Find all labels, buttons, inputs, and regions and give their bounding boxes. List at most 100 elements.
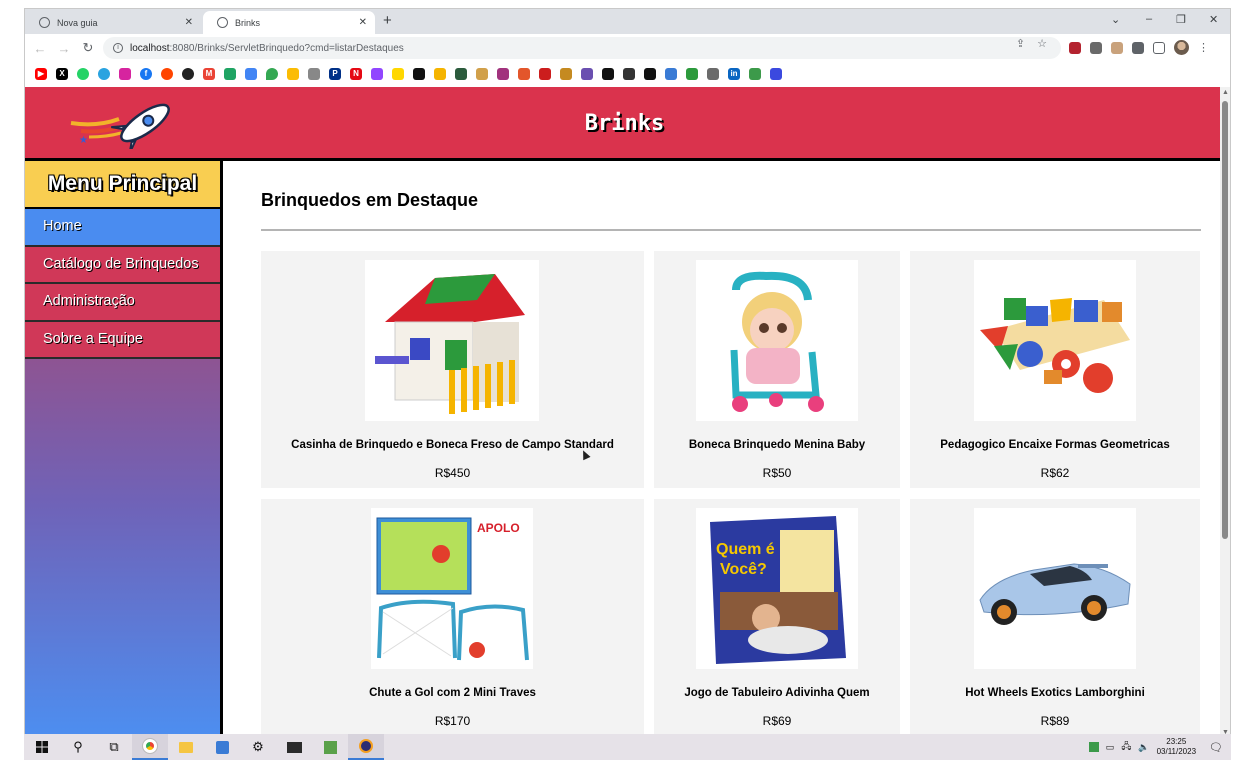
bookmark-icon[interactable] [749, 68, 761, 80]
bookmark-star-icon[interactable]: ☆ [1037, 37, 1047, 50]
x-icon[interactable]: X [56, 68, 68, 80]
restore-button[interactable]: ❐ [1176, 13, 1186, 26]
product-image[interactable]: APOLO [371, 508, 533, 669]
scroll-up-icon[interactable]: ▲ [1222, 89, 1229, 96]
extension-icon[interactable] [1111, 41, 1123, 54]
scrollbar-thumb[interactable] [1222, 101, 1228, 539]
network-icon[interactable]: 🖧 [1121, 739, 1131, 755]
product-card[interactable]: Hot Wheels Exotics Lamborghini R$89 [910, 499, 1200, 734]
instagram-icon[interactable] [119, 68, 131, 80]
product-image[interactable] [974, 260, 1136, 421]
bookmark-icon[interactable] [770, 68, 782, 80]
bookmark-icon[interactable] [665, 68, 677, 80]
back-icon[interactable]: ← [28, 41, 52, 56]
product-image[interactable]: Quem é Você? [696, 508, 858, 669]
task-view-icon[interactable]: ⧉ [96, 734, 132, 760]
close-window-button[interactable]: ✕ [1209, 13, 1218, 26]
paypal-icon[interactable]: P [329, 68, 341, 80]
menu-item-admin[interactable]: Administração [25, 284, 220, 322]
eclipse-icon[interactable] [348, 734, 384, 760]
twitch-icon[interactable] [371, 68, 383, 80]
close-icon[interactable]: ✕ [185, 17, 193, 28]
bookmark-icon[interactable] [497, 68, 509, 80]
app-icon[interactable] [312, 734, 348, 760]
file-explorer-icon[interactable] [168, 734, 204, 760]
bookmark-icon[interactable] [518, 68, 530, 80]
gmail-icon[interactable]: M [203, 68, 215, 80]
github-icon[interactable] [182, 68, 194, 80]
bookmark-icon[interactable] [413, 68, 425, 80]
volume-icon[interactable]: 🔈 [1138, 742, 1149, 753]
settings-gear-icon[interactable]: ⚙ [240, 734, 276, 760]
whatsapp-icon[interactable] [77, 68, 89, 80]
bookmark-icon[interactable] [686, 68, 698, 80]
photos-icon[interactable] [245, 68, 257, 80]
product-card[interactable]: Pedagogico Encaixe Formas Geometricas R$… [910, 251, 1200, 488]
profile-avatar[interactable] [1174, 40, 1189, 55]
product-price: R$450 [434, 466, 471, 480]
ublock-icon[interactable] [1069, 41, 1081, 54]
bookmark-icon[interactable] [602, 68, 614, 80]
reload-icon[interactable]: ↻ [76, 40, 100, 56]
tab-search-icon[interactable]: ⌄ [1111, 13, 1120, 26]
bookmark-icon[interactable] [644, 68, 656, 80]
product-card[interactable]: Quem é Você? Jogo de Tabuleiro Adivinha … [654, 499, 900, 734]
product-image[interactable] [974, 508, 1136, 669]
product-name[interactable]: Jogo de Tabuleiro Adivinha Quem [654, 687, 900, 699]
drive-icon[interactable] [224, 68, 236, 80]
forward-icon[interactable]: → [52, 41, 76, 56]
product-name[interactable]: Hot Wheels Exotics Lamborghini [910, 687, 1200, 699]
start-button[interactable] [24, 734, 60, 760]
notification-icon[interactable]: 🗨 [1209, 741, 1223, 754]
close-icon[interactable]: ✕ [359, 17, 367, 28]
page-scrollbar[interactable]: ▲ ▼ [1220, 87, 1230, 734]
bookmark-icon[interactable] [560, 68, 572, 80]
menu-item-home[interactable]: Home [25, 209, 220, 247]
netflix-icon[interactable]: N [350, 68, 362, 80]
terminal-icon[interactable] [276, 734, 312, 760]
product-name[interactable]: Chute a Gol com 2 Mini Traves [261, 687, 644, 699]
bookmark-icon[interactable] [623, 68, 635, 80]
menu-item-catalog[interactable]: Catálogo de Brinquedos [25, 246, 220, 284]
new-tab-button[interactable]: + [383, 12, 392, 29]
bookmark-icon[interactable] [581, 68, 593, 80]
keep-icon[interactable] [287, 68, 299, 80]
site-info-icon[interactable]: i [113, 43, 123, 53]
share-icon[interactable]: ⇪ [1016, 37, 1025, 50]
bookmark-icon[interactable] [707, 68, 719, 80]
youtube-icon[interactable]: ▶ [35, 68, 47, 80]
store-icon[interactable] [204, 734, 240, 760]
search-icon[interactable]: ⚲ [60, 734, 96, 760]
side-panel-icon[interactable] [1153, 41, 1165, 54]
bookmark-icon[interactable] [455, 68, 467, 80]
product-card[interactable]: Boneca Brinquedo Menina Baby R$50 [654, 251, 900, 488]
reddit-icon[interactable] [161, 68, 173, 80]
menu-kebab-icon[interactable]: ⋮ [1198, 41, 1209, 54]
menu-item-about-team[interactable]: Sobre a Equipe [25, 321, 220, 359]
telegram-icon[interactable] [98, 68, 110, 80]
product-image[interactable] [365, 260, 539, 421]
linkedin-icon[interactable]: in [728, 68, 740, 80]
maps-icon[interactable] [266, 68, 278, 80]
bookmark-icon[interactable] [434, 68, 446, 80]
bookmark-icon[interactable] [476, 68, 488, 80]
address-bar[interactable]: i localhost:8080/Brinks/ServletBrinquedo… [103, 37, 1061, 59]
clock[interactable]: 23:25 03/11/2023 [1157, 737, 1196, 757]
minimize-button[interactable]: – [1146, 13, 1152, 25]
facebook-icon[interactable]: f [140, 68, 152, 80]
product-name[interactable]: Boneca Brinquedo Menina Baby [654, 439, 900, 451]
product-name[interactable]: Pedagogico Encaixe Formas Geometricas [910, 439, 1200, 451]
product-image[interactable] [696, 260, 858, 421]
tab-new[interactable]: Nova guia ✕ [25, 11, 201, 34]
chrome-taskbar-icon[interactable] [132, 734, 168, 760]
battery-icon[interactable]: ▭ [1106, 742, 1115, 753]
extension-icon[interactable] [1090, 41, 1102, 54]
puzzle-icon[interactable] [1132, 41, 1144, 54]
apple-icon[interactable] [308, 68, 320, 80]
tray-app-icon[interactable] [1088, 742, 1099, 752]
product-card[interactable]: APOLO Chute a Gol com 2 Mini Traves R$17… [261, 499, 644, 734]
bookmark-icon[interactable] [392, 68, 404, 80]
tab-brinks[interactable]: Brinks ✕ [203, 11, 375, 34]
bookmark-icon[interactable] [539, 68, 551, 80]
globe-icon [217, 17, 228, 28]
